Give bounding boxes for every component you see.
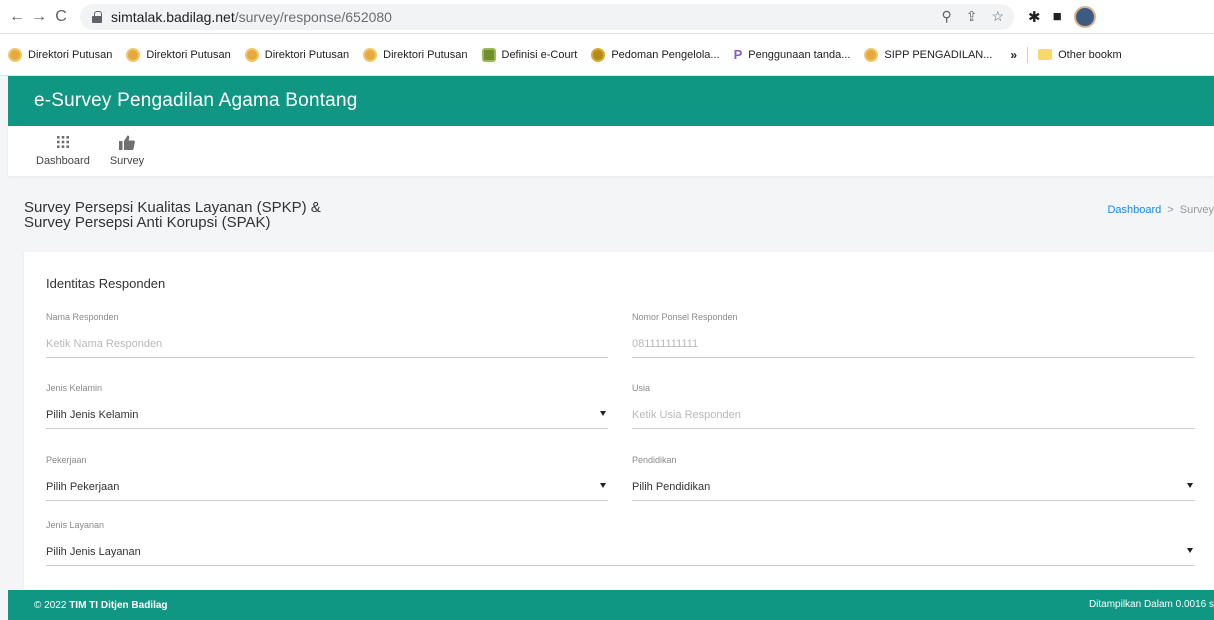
usia-label: Usia [632, 383, 651, 393]
bookmark-item[interactable]: Direktori Putusan [363, 47, 468, 62]
bookmarks-bar: Direktori Putusan Direktori Putusan Dire… [0, 34, 1214, 76]
respondent-identity-card: Identitas Responden Nama Responden Nomor… [24, 252, 1214, 590]
bookmark-item[interactable]: P Penggunaan tanda... [734, 47, 851, 62]
app-header: e-Survey Pengadilan Agama Bontang [8, 76, 1214, 126]
side-panel-icon[interactable]: ■ [1053, 8, 1062, 25]
bookmark-item[interactable]: Direktori Putusan [8, 47, 112, 62]
folder-icon [1038, 49, 1053, 60]
breadcrumb-separator: > [1167, 204, 1174, 216]
footer-org: TIM TI Ditjen Badilag [69, 599, 168, 611]
section-title: Identitas Responden [46, 276, 166, 291]
url-host: simtalak.badilag.net [111, 8, 235, 25]
dropdown-caret-icon [1187, 548, 1193, 553]
pendidikan-label: Pendidikan [632, 455, 677, 465]
reload-icon[interactable]: C [50, 6, 72, 28]
bookmark-item[interactable]: Direktori Putusan [126, 47, 231, 62]
browser-toolbar: ← → C simtalak.badilag.net/survey/respon… [0, 0, 1214, 34]
page-title-line: Survey Persepsi Kualitas Layanan (SPKP) … [24, 199, 321, 216]
back-arrow-icon[interactable]: ← [6, 6, 28, 28]
pekerjaan-label: Pekerjaan [46, 455, 87, 465]
lock-icon [92, 10, 102, 23]
ecourt-logo-icon [481, 47, 496, 62]
pa-logo-icon [591, 47, 606, 62]
share-icon[interactable]: ⇪ [966, 8, 978, 25]
breadcrumb: Dashboard > Survey [1107, 204, 1214, 216]
bookmark-divider [1027, 46, 1029, 63]
ponsel-input[interactable] [632, 330, 1195, 358]
bookmark-item[interactable]: Definisi e-Court [481, 47, 577, 62]
nama-label: Nama Responden [46, 312, 119, 322]
pendidikan-field: Pendidikan Pilih Pendidikan [632, 455, 1195, 501]
usia-input[interactable] [632, 401, 1195, 429]
footer-render-time: Ditampilkan Dalam 0.0016 s [1088, 599, 1214, 610]
extensions-icon[interactable]: ✱ [1028, 8, 1041, 26]
dropdown-caret-icon [600, 483, 606, 488]
forward-arrow-icon[interactable]: → [28, 6, 50, 28]
breadcrumb-current: Survey [1179, 204, 1214, 216]
dropdown-caret-icon [600, 411, 606, 416]
address-bar[interactable]: simtalak.badilag.net/survey/response/652… [80, 3, 1014, 30]
menu-label: Survey [109, 155, 145, 167]
pekerjaan-select[interactable]: Pilih Pekerjaan [46, 473, 608, 501]
page-heading: Survey Persepsi Kualitas Layanan (SPKP) … [8, 176, 1214, 240]
menu-label: Dashboard [36, 155, 90, 167]
ponsel-label: Nomor Ponsel Responden [632, 312, 738, 322]
nama-field: Nama Responden [46, 312, 608, 358]
ma-logo-icon [864, 47, 879, 62]
profile-avatar[interactable] [1073, 5, 1096, 28]
zoom-icon[interactable]: ⚲ [941, 8, 951, 25]
app-title[interactable]: e-Survey Pengadilan Agama Bontang [34, 90, 358, 112]
dropdown-caret-icon [1187, 483, 1193, 488]
breadcrumb-dashboard-link[interactable]: Dashboard [1107, 204, 1161, 216]
ma-logo-icon [126, 47, 141, 62]
usia-field: Usia [632, 383, 1195, 429]
select-value: Pilih Pendidikan [632, 480, 711, 493]
jenis-layanan-field: Jenis Layanan Pilih Jenis Layanan [46, 520, 1195, 566]
select-value: Pilih Jenis Layanan [46, 545, 141, 558]
select-value: Pilih Pekerjaan [46, 480, 120, 493]
footer: © 2022 TIM TI Ditjen Badilag Ditampilkan… [8, 590, 1214, 620]
bookmark-item[interactable]: Pedoman Pengelola... [591, 47, 720, 62]
footer-copyright: © 2022 TIM TI Ditjen Badilag [34, 599, 168, 611]
more-bookmarks-button[interactable]: » [1010, 48, 1017, 62]
jenis-kelamin-field: Jenis Kelamin Pilih Jenis Kelamin [46, 383, 608, 429]
pekerjaan-field: Pekerjaan Pilih Pekerjaan [46, 455, 608, 501]
ponsel-field: Nomor Ponsel Responden [632, 312, 1195, 358]
jenis-kelamin-label: Jenis Kelamin [46, 383, 103, 393]
url-path: /survey/response/652080 [234, 8, 392, 25]
bookmark-item[interactable]: SIPP PENGADILAN... [864, 47, 992, 62]
menu-item-survey[interactable]: Survey [110, 134, 144, 167]
page-title: Survey Persepsi Kualitas Layanan (SPKP) … [24, 200, 444, 230]
ma-logo-icon [363, 47, 378, 62]
jenis-layanan-label: Jenis Layanan [46, 520, 105, 530]
main-menu: Dashboard Survey [8, 126, 1214, 176]
thumbs-up-icon [118, 134, 135, 150]
jenis-layanan-select[interactable]: Pilih Jenis Layanan [46, 538, 1195, 566]
menu-item-dashboard[interactable]: Dashboard [36, 134, 90, 167]
bookmark-item[interactable]: Direktori Putusan [244, 47, 349, 62]
pendidikan-select[interactable]: Pilih Pendidikan [632, 473, 1195, 501]
page-title-line: Survey Persepsi Anti Korupsi (SPAK) [24, 214, 271, 231]
p-logo-icon: P [733, 47, 743, 62]
ma-logo-icon [8, 47, 22, 62]
select-value: Pilih Jenis Kelamin [46, 408, 139, 421]
other-bookmarks-folder[interactable]: Other bookm [1038, 49, 1122, 61]
jenis-kelamin-select[interactable]: Pilih Jenis Kelamin [46, 401, 608, 429]
ma-logo-icon [244, 47, 259, 62]
grid-icon [56, 134, 69, 150]
nama-input[interactable] [46, 330, 608, 358]
star-icon[interactable]: ☆ [991, 8, 1004, 25]
